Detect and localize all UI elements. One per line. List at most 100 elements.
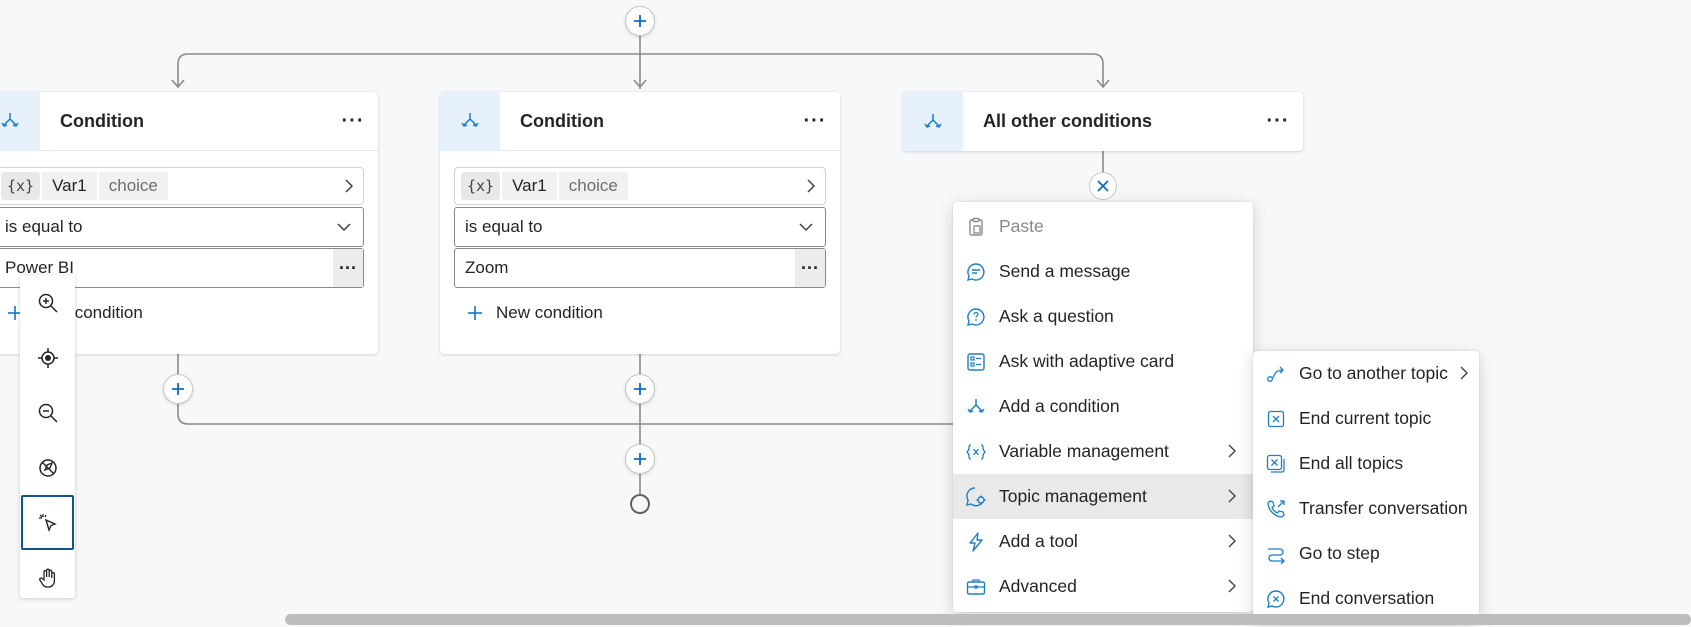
- variable-icon: [965, 441, 987, 463]
- end-topic-icon: [1265, 408, 1287, 430]
- submenu-item-label: Go to step: [1299, 543, 1380, 563]
- new-condition-label: New condition: [496, 303, 603, 322]
- add-node-menu: Paste Send a message Ask a question Ask …: [953, 202, 1253, 612]
- operator-dropdown[interactable]: is equal to: [0, 207, 364, 247]
- menu-item-adaptive-card[interactable]: Ask with adaptive card: [953, 339, 1253, 384]
- adaptive-card-icon: [965, 351, 987, 373]
- condition-icon: [903, 92, 963, 151]
- tool-icon: [965, 531, 987, 553]
- card-more-button[interactable]: ···: [1253, 110, 1303, 133]
- operator-value: is equal to: [5, 217, 83, 236]
- all-other-conditions-card[interactable]: All other conditions ···: [903, 92, 1303, 151]
- submenu-item-end-all-topics[interactable]: End all topics: [1253, 441, 1479, 486]
- chevron-right-icon: [807, 179, 816, 193]
- topic-management-submenu: Go to another topic End current topic En…: [1253, 351, 1479, 621]
- submenu-item-end-current-topic[interactable]: End current topic: [1253, 396, 1479, 441]
- value-more-button[interactable]: ···: [333, 249, 363, 287]
- menu-item-add-tool[interactable]: Add a tool: [953, 519, 1253, 564]
- horizontal-scrollbar[interactable]: [285, 614, 1691, 625]
- close-add-menu-button[interactable]: [1089, 172, 1117, 200]
- variable-field: choice: [98, 172, 168, 200]
- card-title: All other conditions: [983, 111, 1152, 131]
- minimap-off-icon: [38, 458, 57, 477]
- zoom-out-button[interactable]: [20, 385, 75, 440]
- plus-icon: [634, 383, 646, 395]
- chevron-down-icon: [799, 223, 813, 232]
- recenter-button[interactable]: [20, 330, 75, 385]
- chevron-down-icon: [337, 223, 351, 232]
- add-node-button-branch-1[interactable]: [163, 374, 193, 404]
- menu-item-label: Paste: [999, 216, 1044, 236]
- menu-item-label: Variable management: [999, 441, 1169, 461]
- operator-value: is equal to: [465, 217, 543, 236]
- menu-item-send-message[interactable]: Send a message: [953, 249, 1253, 294]
- briefcase-icon: [965, 576, 987, 598]
- menu-item-label: Ask with adaptive card: [999, 351, 1175, 371]
- variable-picker[interactable]: {x} Var1 choice: [0, 167, 364, 205]
- condition-card-2[interactable]: Condition ··· {x} Var1 choice is equal t…: [440, 91, 840, 354]
- minimap-toggle-button[interactable]: [20, 440, 75, 495]
- submenu-item-label: End all topics: [1299, 453, 1404, 473]
- menu-item-label: Ask a question: [999, 306, 1114, 326]
- value-input[interactable]: Zoom ···: [454, 248, 826, 288]
- chevron-right-icon: [1228, 444, 1236, 458]
- topic-icon: [965, 486, 987, 508]
- menu-item-label: Add a tool: [999, 531, 1078, 551]
- submenu-item-label: Go to another topic: [1299, 363, 1448, 383]
- flow-end-node: [630, 494, 650, 514]
- redirect-icon: [1265, 363, 1287, 385]
- menu-item-label: Add a condition: [999, 396, 1120, 416]
- card-more-button[interactable]: ···: [328, 110, 378, 133]
- condition-icon: [965, 396, 987, 418]
- pan-tool-button[interactable]: [20, 550, 75, 605]
- menu-item-topic-management[interactable]: Topic management: [953, 474, 1253, 519]
- operator-dropdown[interactable]: is equal to: [454, 207, 826, 247]
- card-title: Condition: [60, 110, 144, 131]
- add-node-button-top[interactable]: [625, 6, 655, 36]
- menu-item-add-condition[interactable]: Add a condition: [953, 384, 1253, 429]
- card-title: Condition: [520, 110, 604, 131]
- select-pointer-icon: [38, 513, 57, 532]
- chevron-right-icon: [345, 179, 354, 193]
- add-node-button-branch-2[interactable]: [625, 374, 655, 404]
- card-more-button[interactable]: ···: [790, 110, 840, 133]
- menu-item-label: Send a message: [999, 261, 1131, 281]
- menu-item-ask-question[interactable]: Ask a question: [953, 294, 1253, 339]
- plus-icon: [468, 306, 482, 320]
- select-tool-button[interactable]: [21, 495, 74, 550]
- add-node-button-after-merge[interactable]: [625, 444, 655, 474]
- menu-item-advanced[interactable]: Advanced: [953, 564, 1253, 609]
- zoom-in-button[interactable]: [20, 275, 75, 330]
- canvas-toolbar: [20, 275, 75, 598]
- goto-step-icon: [1265, 543, 1287, 565]
- chevron-right-icon: [1460, 366, 1468, 380]
- chevron-right-icon: [1228, 579, 1236, 593]
- variable-token-icon: {x}: [461, 172, 501, 200]
- submenu-item-label: End conversation: [1299, 588, 1435, 608]
- submenu-item-transfer-conversation[interactable]: Transfer conversation: [1253, 486, 1479, 531]
- variable-name: Var1: [502, 172, 557, 200]
- zoom-out-icon: [38, 403, 58, 423]
- variable-picker[interactable]: {x} Var1 choice: [454, 167, 826, 205]
- condition-icon: [0, 91, 40, 151]
- menu-item-variable-management[interactable]: Variable management: [953, 429, 1253, 474]
- variable-name: Var1: [42, 172, 97, 200]
- close-icon: [1097, 180, 1109, 192]
- plus-icon: [172, 383, 184, 395]
- condition-icon: [440, 91, 500, 151]
- submenu-item-go-to-topic[interactable]: Go to another topic: [1253, 351, 1479, 396]
- plus-icon: [634, 15, 646, 27]
- submenu-item-label: End current topic: [1299, 408, 1432, 428]
- variable-field: choice: [558, 172, 628, 200]
- new-condition-button[interactable]: New condition: [454, 288, 826, 338]
- submenu-item-label: Transfer conversation: [1299, 498, 1468, 518]
- message-icon: [965, 261, 987, 283]
- value-more-button[interactable]: ···: [795, 249, 825, 287]
- chevron-right-icon: [1228, 489, 1236, 503]
- end-all-icon: [1265, 453, 1287, 475]
- transfer-icon: [1265, 498, 1287, 520]
- menu-item-label: Topic management: [999, 486, 1147, 506]
- recenter-icon: [37, 347, 58, 368]
- submenu-item-go-to-step[interactable]: Go to step: [1253, 531, 1479, 576]
- menu-item-paste[interactable]: Paste: [953, 204, 1253, 249]
